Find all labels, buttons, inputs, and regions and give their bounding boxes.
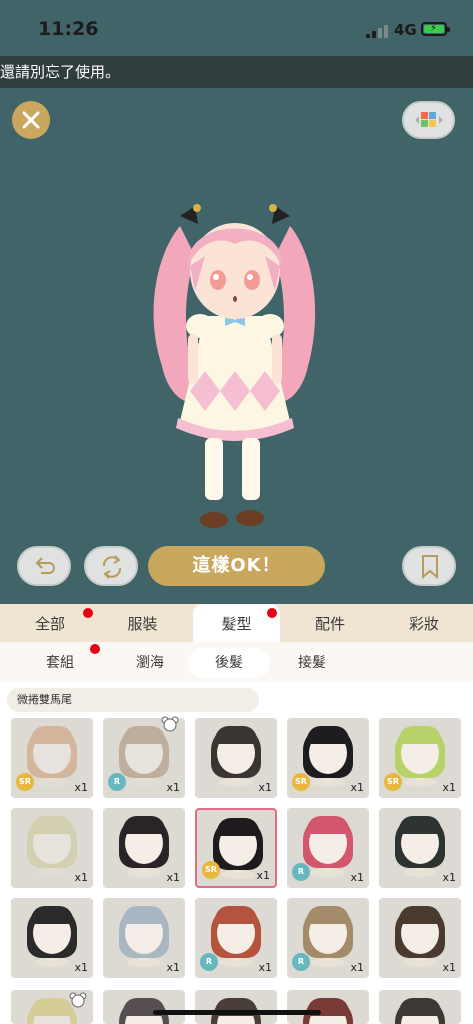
subtab-bangs[interactable]: 瀏海 [110, 648, 190, 678]
hair-item[interactable]: x1 [195, 718, 277, 798]
hair-item[interactable]: Rx1 [195, 898, 277, 978]
avatar-character [153, 204, 316, 528]
rarity-badge: R [200, 953, 218, 971]
save-bookmark-button[interactable] [402, 546, 456, 586]
hair-item[interactable] [195, 990, 277, 1024]
color-grid-icon [415, 112, 443, 127]
item-quantity: x1 [166, 781, 180, 794]
item-quantity: x1 [350, 961, 364, 974]
status-bar: 11:26 4G ⚡ [0, 0, 473, 56]
close-button[interactable] [12, 101, 50, 139]
hair-item[interactable] [287, 990, 369, 1024]
item-quantity: x1 [256, 869, 270, 882]
item-quantity: x1 [258, 961, 272, 974]
undo-icon [35, 557, 55, 574]
tab-all-badge [83, 608, 93, 618]
item-quantity: x1 [166, 961, 180, 974]
hair-item[interactable]: Rx1 [287, 898, 369, 978]
item-quantity: x1 [350, 871, 364, 884]
item-quantity: x1 [350, 781, 364, 794]
item-quantity: x1 [442, 961, 456, 974]
rarity-badge: SR [16, 773, 34, 791]
confirm-ok-button[interactable]: 這樣OK！ [148, 546, 325, 586]
hair-item[interactable] [103, 990, 185, 1024]
hair-item[interactable]: x1 [103, 808, 185, 888]
undo-button[interactable] [17, 546, 71, 586]
reset-button[interactable] [84, 546, 138, 586]
tab-clothing[interactable]: 服裝 [95, 604, 190, 642]
hair-item[interactable]: x1 [11, 808, 93, 888]
item-quantity: x1 [74, 961, 88, 974]
item-quantity: x1 [74, 871, 88, 884]
category-tabs: 全部 服裝 髮型 配件 彩妝 [0, 604, 473, 642]
tab-makeup[interactable]: 彩妝 [375, 604, 473, 642]
subtab-set[interactable]: 套組 [20, 648, 100, 678]
filter-label: 微捲雙馬尾 [7, 688, 259, 712]
rarity-badge: R [108, 773, 126, 791]
tab-accessories[interactable]: 配件 [285, 604, 375, 642]
rarity-badge: R [292, 863, 310, 881]
rarity-badge: SR [202, 861, 220, 879]
home-indicator [153, 1010, 321, 1015]
hair-item[interactable]: Rx1 [287, 808, 369, 888]
signal-icon [366, 24, 388, 38]
hair-subtabs: 套組 瀏海 後髮 接髮 [0, 642, 473, 682]
notice-banner: 還請別忘了使用。 [0, 56, 473, 88]
item-quantity: x1 [442, 781, 456, 794]
subtab-extensions[interactable]: 接髮 [272, 648, 352, 678]
refresh-icon [102, 555, 122, 579]
subtab-set-badge [90, 644, 100, 654]
battery-icon: ⚡ [421, 22, 450, 36]
layout-toggle-button[interactable] [402, 101, 455, 139]
item-quantity: x1 [442, 871, 456, 884]
item-quantity: x1 [258, 781, 272, 794]
subtab-back-hair[interactable]: 後髮 [188, 648, 270, 678]
hair-item[interactable]: SR x1 [11, 718, 93, 798]
bookmark-icon [422, 555, 438, 580]
rarity-badge: SR [292, 773, 310, 791]
item-quantity: x1 [166, 871, 180, 884]
rarity-badge: R [292, 953, 310, 971]
status-time: 11:26 [38, 18, 99, 40]
hair-item[interactable]: SR x1 [195, 808, 277, 888]
hair-item[interactable]: x1 [103, 898, 185, 978]
hair-item[interactable]: SR x1 [379, 718, 461, 798]
hair-item[interactable]: x1 [379, 808, 461, 888]
rarity-badge: SR [384, 773, 402, 791]
close-icon [22, 111, 40, 129]
tab-hairstyle-badge [267, 608, 277, 618]
hair-item[interactable]: x1 [379, 898, 461, 978]
hair-item[interactable]: SR x1 [287, 718, 369, 798]
bear-icon [161, 716, 179, 732]
network-type: 4G [394, 21, 417, 39]
bear-icon [69, 992, 87, 1008]
hair-item[interactable] [379, 990, 461, 1024]
hair-item[interactable]: x1 [11, 898, 93, 978]
item-quantity: x1 [74, 781, 88, 794]
